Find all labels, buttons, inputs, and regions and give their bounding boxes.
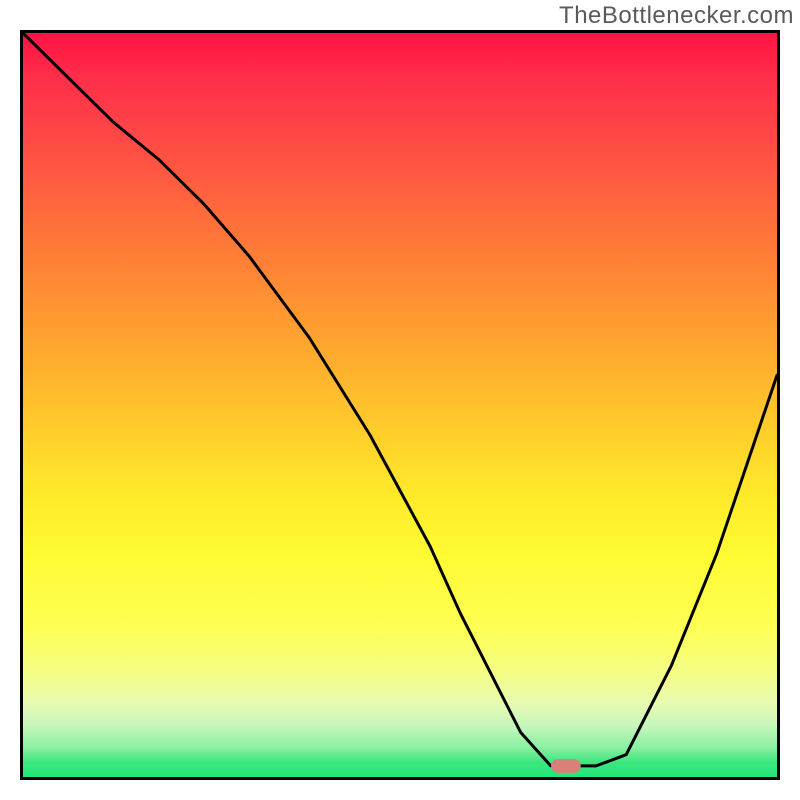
line-chart-svg — [23, 33, 777, 777]
chart-figure: TheBottlenecker.com — [0, 0, 800, 800]
plot-area — [20, 30, 780, 780]
optimum-marker — [551, 759, 581, 773]
watermark-text: TheBottlenecker.com — [559, 2, 794, 30]
bottleneck-curve-path — [23, 33, 777, 766]
